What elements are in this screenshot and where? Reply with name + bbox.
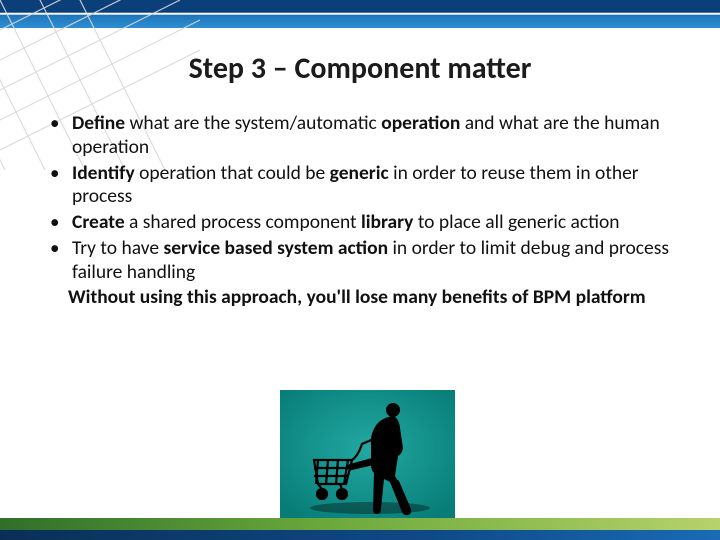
text-span: a shared process component [125, 210, 361, 234]
bold-span: Create [72, 210, 125, 234]
text-span: what are the system/automatic [125, 111, 381, 135]
slide-title: Step 3 – Component matter [0, 50, 720, 87]
header-band [0, 0, 720, 28]
bold-span: service based system action [163, 236, 388, 260]
shopper-silhouette-image [280, 390, 455, 520]
slide-body: Define what are the system/automatic ope… [42, 112, 678, 310]
text-span: Try to have [72, 236, 163, 260]
bullet-item: Define what are the system/automatic ope… [68, 112, 678, 160]
text-span: operation that could be [135, 161, 330, 185]
slide: Step 3 – Component matter Define what ar… [0, 0, 720, 540]
bullet-item: Identify operation that could be generic… [68, 162, 678, 210]
text-span: to place all generic action [413, 210, 619, 234]
footer-blue-bar [0, 530, 720, 540]
bold-span: library [361, 210, 413, 234]
bullet-item: Create a shared process component librar… [68, 211, 678, 235]
bullet-list: Define what are the system/automatic ope… [42, 112, 678, 284]
bold-span: operation [381, 111, 460, 135]
bullet-item: Try to have service based system action … [68, 237, 678, 285]
closing-statement: Without using this approach, you'll lose… [42, 286, 678, 310]
bold-span: generic [330, 161, 389, 185]
bold-span: Identify [72, 161, 135, 185]
bold-span: Define [72, 111, 125, 135]
